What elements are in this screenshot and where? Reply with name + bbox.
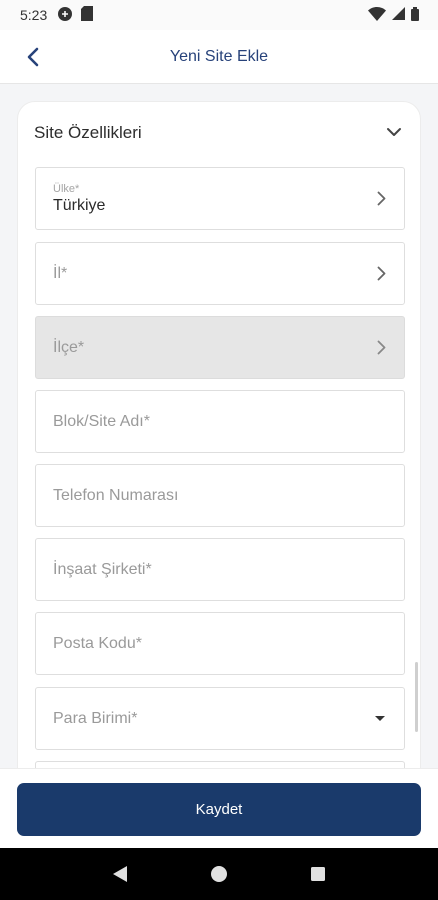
chevron-right-icon	[377, 191, 386, 206]
district-placeholder: İlçe*	[53, 338, 85, 356]
nav-home-button[interactable]	[204, 859, 234, 889]
back-button[interactable]	[20, 44, 46, 70]
circle-home-icon	[210, 866, 227, 882]
country-value: Türkiye	[53, 196, 106, 214]
page-title: Yeni Site Ekle	[169, 47, 269, 65]
signal-icon	[392, 7, 405, 23]
battery-icon	[411, 6, 419, 24]
phone-placeholder: Telefon Numarası	[53, 486, 179, 504]
province-placeholder: İl*	[53, 264, 68, 282]
phone-input[interactable]: Telefon Numarası	[35, 464, 405, 527]
district-field: İlçe*	[35, 316, 405, 379]
app-notification-icon	[57, 6, 73, 25]
section-title: Site Özellikleri	[34, 123, 142, 142]
sim-card-icon	[81, 6, 94, 24]
construction-company-placeholder: İnşaat Şirketi*	[53, 560, 152, 578]
site-name-placeholder: Blok/Site Adı*	[53, 412, 150, 430]
triangle-back-icon	[112, 866, 127, 882]
square-recents-icon	[311, 867, 326, 881]
country-field[interactable]: Ülke* Türkiye	[35, 167, 405, 230]
postal-code-placeholder: Posta Kodu*	[53, 634, 142, 652]
site-properties-card: Site Özellikleri Ülke* Türkiye İl* İlçe*…	[17, 101, 421, 801]
chevron-right-icon	[377, 340, 386, 355]
status-bar: 5:23	[0, 0, 438, 30]
system-nav-bar	[0, 848, 438, 900]
chevron-left-icon	[27, 47, 39, 67]
scrollbar[interactable]	[415, 662, 418, 732]
status-time: 5:23	[20, 7, 48, 23]
section-header[interactable]: Site Özellikleri	[18, 102, 420, 164]
nav-recents-button[interactable]	[303, 859, 333, 889]
app-bar: Yeni Site Ekle	[0, 30, 438, 84]
save-button[interactable]: Kaydet	[17, 783, 421, 836]
construction-company-input[interactable]: İnşaat Şirketi*	[35, 538, 405, 601]
dropdown-arrow-icon	[374, 715, 386, 722]
currency-placeholder: Para Birimi*	[53, 709, 138, 727]
province-field[interactable]: İl*	[35, 242, 405, 305]
postal-code-input[interactable]: Posta Kodu*	[35, 612, 405, 675]
country-label: Ülke*	[53, 182, 80, 195]
currency-select[interactable]: Para Birimi*	[35, 687, 405, 750]
chevron-down-icon	[386, 124, 402, 142]
site-name-input[interactable]: Blok/Site Adı*	[35, 390, 405, 453]
nav-back-button[interactable]	[105, 859, 135, 889]
wifi-icon	[368, 6, 386, 24]
chevron-right-icon	[377, 266, 386, 281]
